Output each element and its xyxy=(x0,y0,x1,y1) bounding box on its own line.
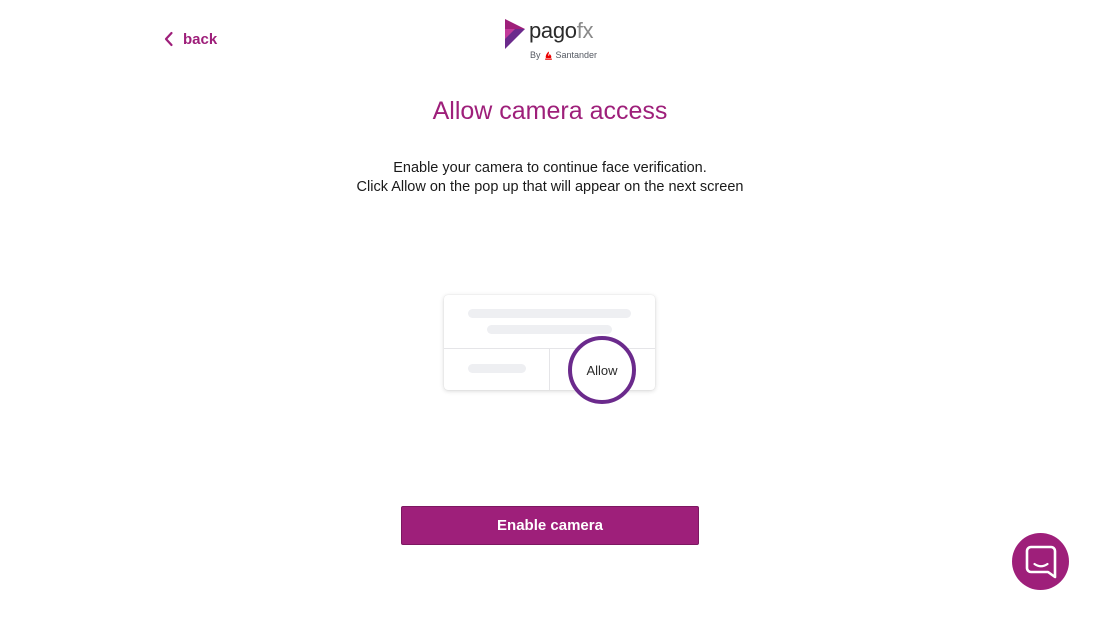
chat-bubble-icon xyxy=(1025,545,1056,578)
back-link[interactable]: back xyxy=(163,28,217,50)
placeholder-bar-deny xyxy=(468,364,526,373)
allow-highlight-ring: Allow xyxy=(568,336,636,404)
page-title: Allow camera access xyxy=(432,97,668,125)
placeholder-bar-2 xyxy=(487,325,612,334)
chevron-left-icon xyxy=(164,31,173,47)
brand-wordmark: pagofx xyxy=(529,18,594,44)
brand-name-part2: fx xyxy=(576,18,594,43)
chat-launcher-button[interactable] xyxy=(1012,533,1069,590)
instruction-line-2: Click Allow on the pop up that will appe… xyxy=(356,179,744,195)
instruction-line-1: Enable your camera to continue face veri… xyxy=(393,160,707,176)
brand-name-part1: pago xyxy=(529,18,577,43)
enable-camera-button[interactable]: Enable camera xyxy=(401,506,699,545)
pagofx-logo: pagofx By Santander xyxy=(504,16,604,62)
byline-company: Santander xyxy=(555,50,598,60)
back-label: back xyxy=(183,30,218,48)
pagofx-mark-icon xyxy=(505,19,525,49)
instructions: Enable your camera to continue face veri… xyxy=(0,159,1100,197)
santander-flame-icon xyxy=(544,50,552,60)
permission-popup-illustration: Allow xyxy=(444,295,655,404)
popup-divider-vertical xyxy=(549,349,550,390)
placeholder-bar-1 xyxy=(468,309,631,318)
byline-prefix: By xyxy=(530,50,541,60)
brand-byline: By Santander xyxy=(530,50,597,60)
allow-label: Allow xyxy=(586,362,618,378)
